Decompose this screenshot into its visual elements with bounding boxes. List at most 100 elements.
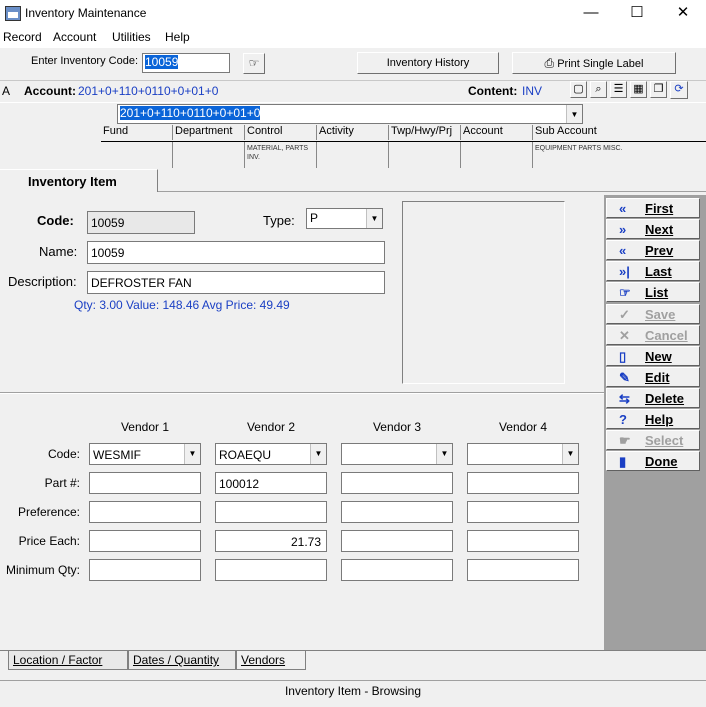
list-button-label: List	[645, 285, 669, 301]
vendor-1-preference-field[interactable]	[89, 501, 201, 523]
vendor-2-part-number-value: 100012	[219, 477, 260, 491]
vendor-1-price-each-field[interactable]	[89, 530, 201, 552]
last-button[interactable]: »| Last	[606, 261, 700, 282]
vendor-3-price-each-field[interactable]	[341, 530, 453, 552]
vendor-2-preference-field[interactable]	[215, 501, 327, 523]
type-select[interactable]: P ▼	[306, 208, 383, 229]
vendor-row-label-part-number: Part #:	[44, 476, 80, 490]
content-value: INV	[522, 84, 543, 98]
next-button-label: Next	[645, 222, 674, 238]
x-icon: ✕	[619, 327, 630, 343]
vendor-4-part-number-field[interactable]	[467, 472, 579, 494]
description-field[interactable]: DEFROSTER FAN	[87, 271, 385, 294]
vendor-3-minimum-qty-field[interactable]	[341, 559, 453, 581]
vendor-row-label-code: Code:	[47, 447, 80, 461]
vendor-2-price-each-field[interactable]: 21.73	[215, 530, 327, 552]
help-button-label: Help	[645, 412, 674, 427]
account-value: 201+0+110+0110+0+01+0	[78, 84, 219, 98]
vendor-3-part-number-field[interactable]	[341, 472, 453, 494]
next-button[interactable]: » Next	[606, 219, 700, 240]
search-icon[interactable]: ⌕	[590, 81, 607, 98]
segment-value-department	[173, 142, 245, 168]
enter-code-input[interactable]: 10059	[142, 53, 230, 73]
vendor-row-label-price-each: Price Each:	[18, 534, 80, 548]
segment-value-sub-account: EQUIPMENT PARTS MISC.	[535, 145, 623, 152]
list-button[interactable]: ☞ List	[606, 282, 700, 303]
vendor-1-minimum-qty-field[interactable]	[89, 559, 201, 581]
first-button[interactable]: « First	[606, 198, 700, 218]
vendor-2-minimum-qty-field[interactable]	[215, 559, 327, 581]
menu-help[interactable]: Help	[165, 30, 190, 44]
delete-button-label: Delete	[645, 390, 685, 406]
type-label: Type:	[263, 213, 295, 228]
save-button-label: Save	[645, 306, 676, 322]
tab-dates-quantity[interactable]: Dates / Quantity	[128, 651, 236, 670]
prev-button[interactable]: « Prev	[606, 240, 700, 261]
lookup-button[interactable]: ☞	[243, 53, 265, 74]
segment-header-sub-account: Sub Account	[535, 125, 597, 137]
menu-account[interactable]: Account	[53, 30, 96, 44]
tab-vendors[interactable]: Vendors	[236, 651, 306, 670]
list-view-icon[interactable]: ☰	[610, 81, 627, 98]
print-single-label-button[interactable]: ⎙ Print Single Label	[512, 52, 676, 74]
menu-bar	[0, 28, 706, 48]
segment-header-twp: Twp/Hwy/Prj	[389, 125, 461, 140]
vendor-1-part-number-field[interactable]	[89, 472, 201, 494]
vendor-4-minimum-qty-field[interactable]	[467, 559, 579, 581]
save-button[interactable]: ✓ Save	[606, 303, 700, 324]
minimize-button[interactable]: —	[568, 0, 614, 28]
menu-utilities[interactable]: Utilities	[112, 30, 151, 44]
select-button[interactable]: ☛ Select	[606, 430, 700, 451]
segment-value-control: MATERIAL, PARTS INV.	[245, 142, 317, 168]
print-label-text: Print Single Label	[557, 58, 644, 70]
tab-location-factor[interactable]: Location / Factor	[8, 651, 128, 670]
refresh-icon[interactable]: ⟳	[670, 81, 688, 99]
edit-icon: ✎	[619, 369, 630, 385]
chevron-down-icon: ▼	[310, 444, 326, 464]
vendor-1-code-select[interactable]: WESMIF ▼	[89, 443, 201, 465]
account-label: Account:	[24, 84, 76, 98]
vendor-4-code-select[interactable]: ▼	[467, 443, 579, 465]
tab-dates-quantity-label: Dates / Quantity	[133, 653, 220, 667]
vendor-2-part-number-field[interactable]: 100012	[215, 472, 327, 494]
section-divider-highlight	[0, 393, 604, 394]
code-label: Code:	[37, 213, 74, 228]
vendor-4-preference-field[interactable]	[467, 501, 579, 523]
help-button[interactable]: ? Help	[606, 409, 700, 429]
account-dropdown[interactable]: 201+0+110+0110+0+01+0 ▼	[117, 104, 583, 124]
close-button[interactable]: ✕	[660, 0, 706, 28]
chevron-down-icon: ▼	[366, 209, 382, 228]
vendor-3-header: Vendor 3	[372, 420, 422, 434]
vendor-3-preference-field[interactable]	[341, 501, 453, 523]
segment-header-control: Control	[245, 125, 317, 140]
account-prefix: A	[2, 84, 11, 98]
new-button[interactable]: ▯ New	[606, 345, 700, 366]
name-field[interactable]: 10059	[87, 241, 385, 264]
tab-inventory-item[interactable]: Inventory Item	[0, 169, 158, 192]
edit-button[interactable]: ✎ Edit	[606, 366, 700, 387]
vendor-1-code-value: WESMIF	[93, 448, 141, 462]
cancel-button[interactable]: ✕ Cancel	[606, 324, 700, 345]
qty-value-summary: Qty: 3.00 Value: 148.46 Avg Price: 49.49	[74, 298, 290, 312]
window-icon[interactable]: ▢	[570, 81, 587, 98]
segment-value-account	[461, 142, 533, 168]
segment-header-activity: Activity	[317, 125, 389, 140]
done-button[interactable]: ▮ Done	[606, 451, 700, 472]
copy-icon[interactable]: ❐	[650, 81, 667, 98]
divider	[0, 102, 706, 103]
done-button-label: Done	[645, 454, 678, 470]
vendor-2-code-select[interactable]: ROAEQU ▼	[215, 443, 327, 465]
inventory-history-button[interactable]: Inventory History	[357, 52, 499, 74]
vendor-2-price-each-value: 21.73	[290, 535, 321, 549]
exit-door-icon: ▮	[619, 454, 627, 470]
delete-button[interactable]: ⇆ Delete	[606, 387, 700, 408]
printer-icon: ⎙	[544, 56, 555, 70]
vendor-3-code-select[interactable]: ▼	[341, 443, 453, 465]
enter-code-label: Enter Inventory Code:	[31, 55, 139, 67]
grid-icon[interactable]: ▦	[630, 81, 647, 98]
vendor-4-price-each-field[interactable]	[467, 530, 579, 552]
check-icon: ✓	[619, 306, 630, 322]
maximize-button[interactable]: ☐	[614, 0, 660, 28]
help-icon: ?	[619, 412, 627, 427]
menu-record[interactable]: Record	[3, 30, 42, 44]
